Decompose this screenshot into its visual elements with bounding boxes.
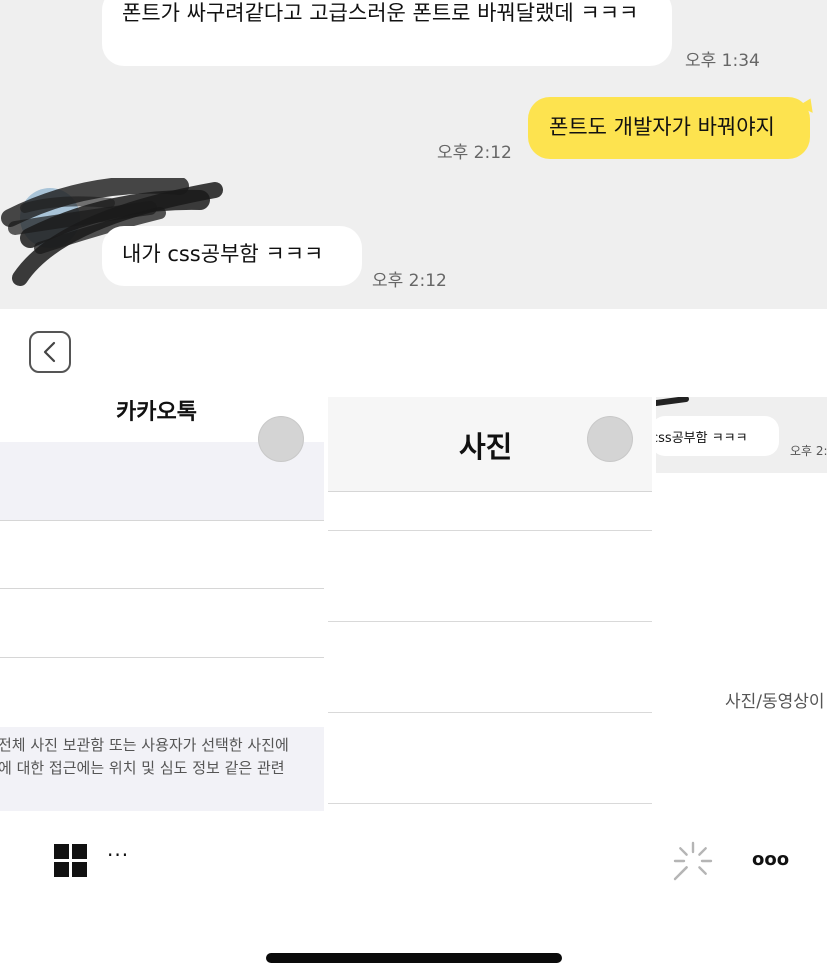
app-card-kakaotalk[interactable]: 카카오톡 전체 사진 보관함 또는 사용자가 선택한 사진에 에 대한 접근에는… xyxy=(0,397,324,811)
message-time: 오후 2: xyxy=(790,444,827,458)
ellipsis-button[interactable]: ··· xyxy=(107,843,129,867)
message-time: 오후 1:34 xyxy=(685,51,760,71)
back-button[interactable] xyxy=(29,331,71,373)
card-title: 카카오톡 xyxy=(116,400,197,425)
divider xyxy=(328,712,652,713)
card-title: 사진 xyxy=(459,430,513,464)
permission-notice: 전체 사진 보관함 또는 사용자가 선택한 사진에 에 대한 접근에는 위치 및… xyxy=(0,734,324,780)
list-item[interactable] xyxy=(0,588,324,658)
message-text: 폰트도 개발자가 바꿔야지 xyxy=(549,115,775,139)
close-dot[interactable] xyxy=(259,417,303,461)
message-text: 내가 css공부함 ㅋㅋㅋ xyxy=(122,242,324,266)
chat-bubble-sent[interactable]: 폰트도 개발자가 바꿔야지 xyxy=(528,97,810,159)
chat-bubble-received[interactable]: 내가 css공부함 ㅋㅋㅋ xyxy=(102,226,362,286)
grid-icon[interactable] xyxy=(54,844,87,877)
close-dot[interactable] xyxy=(588,417,632,461)
chat-bubble-received[interactable]: 폰트가 싸구려같다고 고급스러운 폰트로 바꿔달랬데 ㅋㅋㅋ xyxy=(102,0,672,66)
spinner-icon xyxy=(673,841,713,881)
home-indicator[interactable] xyxy=(266,953,562,963)
media-label: 사진/동영상이 xyxy=(725,692,825,712)
list-item[interactable] xyxy=(0,520,324,588)
message-text: css공부함 ㅋㅋㅋ xyxy=(656,431,748,446)
notice-line: 에 대한 접근에는 위치 및 심도 정보 같은 관련 xyxy=(0,759,285,777)
divider xyxy=(328,530,652,531)
chevron-left-icon xyxy=(43,341,56,363)
app-card-chat-preview[interactable]: css공부함 ㅋㅋㅋ 오후 2: 사진/동영상이 xyxy=(656,397,827,811)
chat-area[interactable]: 폰트가 싸구려같다고 고급스러운 폰트로 바꿔달랬데 ㅋㅋㅋ 오후 1:34 폰… xyxy=(0,0,827,309)
notice-line: 전체 사진 보관함 또는 사용자가 선택한 사진에 xyxy=(0,736,289,754)
switcher-top-bar xyxy=(0,309,827,397)
message-text: 폰트가 싸구려같다고 고급스러운 폰트로 바꿔달랬데 ㅋㅋㅋ xyxy=(122,1,639,25)
message-time: 오후 2:12 xyxy=(372,271,447,291)
more-button[interactable]: ooo xyxy=(752,849,789,870)
chat-bubble-received: css공부함 ㅋㅋㅋ xyxy=(656,416,779,456)
scribble-fragment xyxy=(656,397,689,406)
divider xyxy=(328,621,652,622)
message-time: 오후 2:12 xyxy=(437,143,512,163)
divider xyxy=(328,803,652,804)
list-item[interactable] xyxy=(0,657,324,727)
app-card-photos[interactable]: 사진 xyxy=(328,397,652,811)
